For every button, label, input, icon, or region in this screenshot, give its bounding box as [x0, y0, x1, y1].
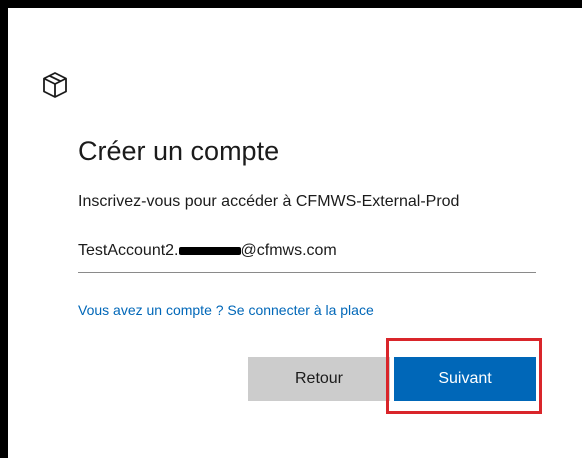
window-border-top — [0, 0, 582, 8]
email-suffix: @cfmws.com — [240, 242, 337, 259]
logo — [40, 70, 70, 100]
sign-up-window: Créer un compte Inscrivez-vous pour accé… — [0, 0, 582, 458]
page-title: Créer un compte — [78, 136, 280, 166]
sign-in-instead-link[interactable]: Vous avez un compte ? Se connecter à la … — [78, 302, 374, 318]
email-field-wrapper: TestAccount2. @cfmws.com — [78, 238, 536, 273]
next-button[interactable]: Suivant — [394, 357, 536, 401]
back-button[interactable]: Retour — [248, 357, 390, 401]
email-field[interactable]: TestAccount2. @cfmws.com — [78, 238, 536, 270]
window-border-left — [0, 0, 8, 458]
package-icon — [43, 72, 67, 98]
email-redacted — [178, 246, 241, 255]
email-prefix: TestAccount2. — [78, 242, 179, 259]
subtitle: Inscrivez-vous pour accéder à CFMWS-Exte… — [78, 193, 460, 210]
